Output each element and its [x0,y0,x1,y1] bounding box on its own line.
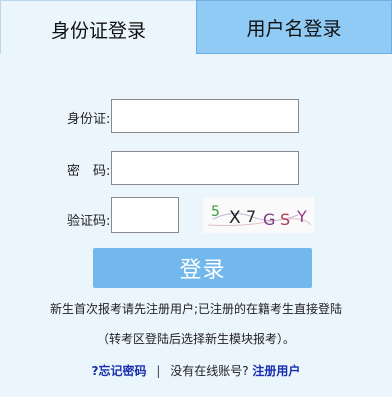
id-label: 身份证: [67,112,111,127]
password-label: 密 码: [67,164,111,179]
captcha-char-1: 5 [211,204,220,220]
tab-username-login-label: 用户名登录 [246,17,342,40]
captcha-image[interactable]: 5 X 7 G S Y [203,197,314,233]
tab-id-login-label: 身份证登录 [50,20,146,42]
tab-id-login[interactable]: 身份证登录 [0,0,196,54]
captcha-label: 验证码: [67,214,111,229]
login-tabs: 身份证登录 用户名登录 [0,0,392,54]
link-separator: | [156,364,161,378]
bottom-links: ?忘记密码 | 没有在线账号? 注册用户 [0,362,392,379]
captcha-char-2: X [229,208,241,228]
id-input[interactable] [111,99,299,133]
login-button[interactable]: 登录 [93,248,312,288]
password-input[interactable] [111,151,299,185]
transfer-note: （转考区登陆后选择新生模块报考）。 [96,332,295,346]
captcha-char-4: G [263,210,275,229]
forgot-password-link[interactable]: ?忘记密码 [92,364,147,378]
captcha-char-3: 7 [246,207,256,226]
captcha-char-5: S [280,210,290,229]
tab-username-login[interactable]: 用户名登录 [196,0,392,54]
no-account-text: 没有在线账号? [170,364,249,378]
register-link[interactable]: 注册用户 [252,364,300,378]
captcha-char-6: Y [296,207,307,226]
captcha-input[interactable] [111,197,179,233]
register-note: 新生首次报考请先注册用户;已注册的在籍考生直接登陆 [49,302,343,316]
